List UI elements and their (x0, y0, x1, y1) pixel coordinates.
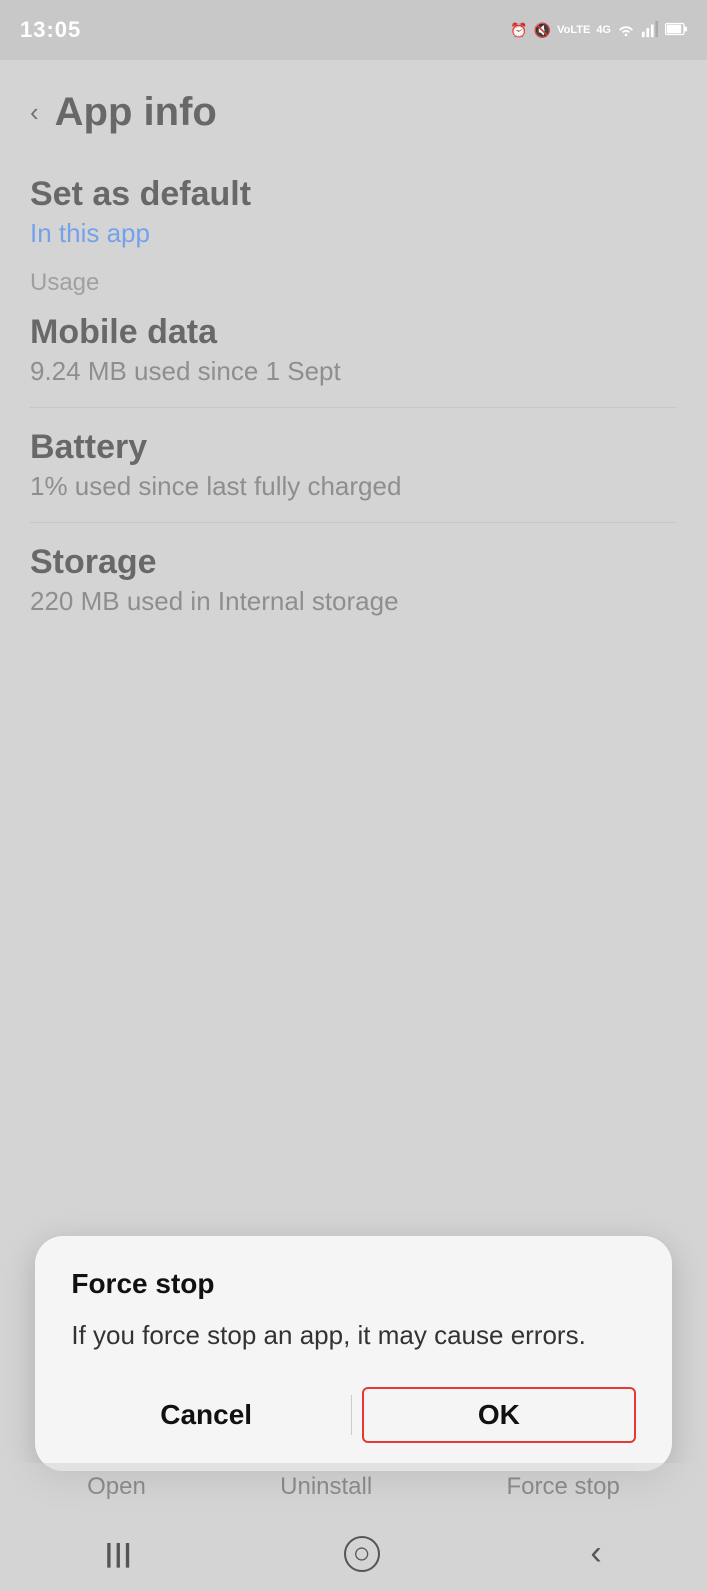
uninstall-button[interactable]: Uninstall (280, 1473, 372, 1501)
ok-button[interactable]: OK (362, 1387, 636, 1443)
volte-icon: VoLTE (557, 24, 590, 36)
nav-bar: ||| ○ ‹ (0, 1516, 707, 1591)
signal-4g-icon: 4G (596, 24, 611, 36)
status-bar: 13:05 ⏰ 🔇 VoLTE 4G (0, 0, 707, 60)
status-icons: ⏰ 🔇 VoLTE 4G (510, 20, 687, 41)
force-stop-button[interactable]: Force stop (506, 1473, 619, 1501)
mute-icon: 🔇 (534, 22, 551, 39)
nav-home-icon[interactable]: ○ (344, 1536, 380, 1572)
force-stop-dialog: Force stop If you force stop an app, it … (35, 1236, 671, 1471)
dialog-title: Force stop (71, 1268, 635, 1300)
dialog-message: If you force stop an app, it may cause e… (71, 1316, 635, 1355)
wifi-icon (617, 20, 635, 41)
alarm-icon: ⏰ (510, 22, 527, 39)
dialog-overlay: Force stop If you force stop an app, it … (0, 60, 707, 1591)
app-info-screen: ‹ App info Set as default In this app Us… (0, 60, 707, 1591)
cancel-button[interactable]: Cancel (71, 1389, 341, 1441)
open-button[interactable]: Open (87, 1473, 146, 1501)
battery-icon (665, 22, 687, 39)
status-time: 13:05 (20, 17, 81, 43)
signal-bars-icon (641, 20, 659, 41)
dialog-button-divider (351, 1395, 352, 1435)
nav-menu-icon[interactable]: ||| (105, 1538, 133, 1569)
dialog-buttons: Cancel OK (71, 1387, 635, 1443)
bottom-actions-bar: Open Uninstall Force stop (0, 1463, 707, 1511)
nav-back-icon[interactable]: ‹ (590, 1534, 601, 1573)
